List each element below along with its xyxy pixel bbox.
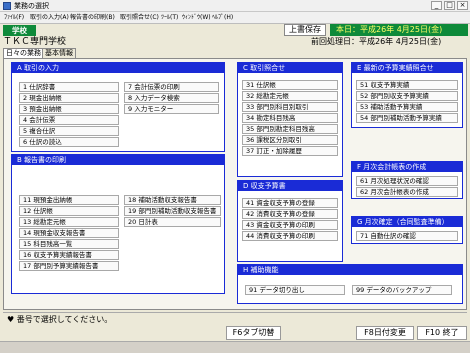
group-utilities: H 補助機能 91 データ切り出し 99 データのバックアップ	[237, 264, 463, 304]
menu-item-42[interactable]: 42 消費収支予算の登録	[242, 209, 338, 219]
group-check: C 取引照合せ 31 仕訳帳 32 総勘定元帳 33 部門別科目別取引 34 勘…	[237, 62, 343, 177]
menu-item-32[interactable]: 32 総勘定元帳	[242, 91, 338, 101]
app-icon	[3, 2, 11, 10]
group-budget-actual: E 最新の予算実績照合せ 51 収支予算実績 52 部門別収支予算実績 53 補…	[351, 62, 463, 128]
group-title: G 月次確定（合同監査準備）	[352, 217, 462, 227]
window-status-strip	[0, 341, 470, 353]
school-badge: 学校	[3, 25, 36, 36]
menu-item-36[interactable]: 36 課税区分別取引	[242, 135, 338, 145]
group-title: F 月次会計帳表の作成	[352, 162, 462, 172]
menu-item-33[interactable]: 33 部門別科目別取引	[242, 102, 338, 112]
menu-item-11[interactable]: 11 現預金出納帳	[19, 195, 119, 205]
main-panel: A 取引の入力 1 仕訳辞書 2 現金出納帳 3 預金出納帳 4 会計伝票 5 …	[3, 58, 467, 310]
school-name: ＴＫＣ専門学校	[3, 37, 67, 47]
group-title: H 補助機能	[238, 265, 462, 275]
menu-item-61[interactable]: 61 月次処理状況の確認	[356, 176, 458, 186]
menu-item-12[interactable]: 12 仕訳帳	[19, 206, 119, 216]
menu-item-16[interactable]: 16 収支予算実績報告書	[19, 250, 119, 260]
menu-item-1[interactable]: 1 仕訳辞書	[19, 82, 119, 92]
group-title: A 取引の入力	[12, 63, 224, 73]
f6-tab-switch-button[interactable]: F6タブ切替	[226, 326, 281, 340]
menu-item-20[interactable]: 20 日計表	[124, 217, 221, 227]
group-reports: B 報告書の印刷 11 現預金出納帳 12 仕訳帳 13 総勘定元帳 14 現預…	[11, 154, 225, 294]
menu-item-8[interactable]: 8 入力データ検索	[124, 93, 219, 103]
menu-item-51[interactable]: 51 収支予算実績	[356, 80, 458, 90]
minimize-button[interactable]: _	[431, 1, 442, 10]
menu-item-37[interactable]: 37 訂正・加除履歴	[242, 146, 338, 156]
menu-item-6[interactable]: 6 仕訳の読込	[19, 137, 119, 147]
menu-check[interactable]: 取引照合せ(C)	[120, 13, 159, 23]
today-date: 本日：平成26年 4月25日(金)	[330, 24, 468, 36]
menu-item-43[interactable]: 43 資金収支予算の印刷	[242, 220, 338, 230]
menu-item-71[interactable]: 71 自動仕訳の確認	[356, 231, 458, 241]
f8-date-change-button[interactable]: F8日付変更	[356, 326, 414, 340]
group-title: E 最新の予算実績照合せ	[352, 63, 462, 73]
menu-item-3[interactable]: 3 預金出納帳	[19, 104, 119, 114]
group-monthly-close: G 月次確定（合同監査準備） 71 自動仕訳の確認	[351, 216, 463, 244]
menu-window[interactable]: ｳｨﾝﾄﾞｳ(W)	[182, 13, 211, 23]
menu-item-52[interactable]: 52 部門別収支予算実績	[356, 91, 458, 101]
window-title: 業務の選択	[14, 2, 49, 10]
group-title: B 報告書の印刷	[12, 155, 224, 165]
group-budget: D 収支予算書 41 資金収支予算の登録 42 消費収支予算の登録 43 資金収…	[237, 180, 343, 262]
close-button[interactable]: ×	[457, 1, 468, 10]
menu-item-62[interactable]: 62 月次会計帳表の作成	[356, 187, 458, 197]
group-title: C 取引照合せ	[238, 63, 342, 73]
menu-item-53[interactable]: 53 補助活動予算実績	[356, 102, 458, 112]
menu-item-35[interactable]: 35 部門別勘定科目残高	[242, 124, 338, 134]
menu-item-99[interactable]: 99 データのバックアップ	[352, 285, 452, 295]
menu-item-14[interactable]: 14 現預金収支報告書	[19, 228, 119, 238]
menu-item-15[interactable]: 15 科目残高一覧	[19, 239, 119, 249]
menu-item-9[interactable]: 9 入力モニター	[124, 104, 219, 114]
menu-item-5[interactable]: 5 複合仕訳	[19, 126, 119, 136]
save-button[interactable]: 上書保存	[284, 24, 326, 36]
menu-item-41[interactable]: 41 資金収支予算の登録	[242, 198, 338, 208]
status-message: ♥ 番号で選択してください。	[3, 312, 467, 326]
menu-item-13[interactable]: 13 総勘定元帳	[19, 217, 119, 227]
menu-item-34[interactable]: 34 勘定科目残高	[242, 113, 338, 123]
menu-item-91[interactable]: 91 データ切り出し	[245, 285, 345, 295]
group-monthly-reports: F 月次会計帳表の作成 61 月次処理状況の確認 62 月次会計帳表の作成	[351, 161, 463, 199]
menu-report[interactable]: 報告書の印刷(B)	[70, 13, 115, 23]
group-entry: A 取引の入力 1 仕訳辞書 2 現金出納帳 3 預金出納帳 4 会計伝票 5 …	[11, 62, 225, 152]
menu-tools[interactable]: ﾂｰﾙ(T)	[161, 13, 178, 23]
menu-item-19[interactable]: 19 部門別補助活動収支報告書	[124, 206, 221, 216]
window-titlebar: 業務の選択 _ □ ×	[0, 0, 470, 12]
menu-item-2[interactable]: 2 現金出納帳	[19, 93, 119, 103]
menubar: ﾌｧｲﾙ(F) 取引の入力(A) 報告書の印刷(B) 取引照合せ(C) ﾂｰﾙ(…	[0, 12, 470, 24]
menu-entry[interactable]: 取引の入力(A)	[30, 13, 69, 23]
menu-item-31[interactable]: 31 仕訳帳	[242, 80, 338, 90]
menu-item-44[interactable]: 44 消費収支予算の印刷	[242, 231, 338, 241]
group-title: D 収支予算書	[238, 181, 342, 191]
menu-item-54[interactable]: 54 部門別補助活動予算実績	[356, 113, 458, 123]
menu-item-18[interactable]: 18 補助活動収支報告書	[124, 195, 221, 205]
tab-daily-tasks[interactable]: 日々の業務	[3, 48, 44, 58]
menu-item-4[interactable]: 4 会計伝票	[19, 115, 119, 125]
menu-help[interactable]: ﾍﾙﾌﾟ(H)	[212, 13, 233, 23]
f10-exit-button[interactable]: F10 終了	[417, 326, 467, 340]
tab-basic-info[interactable]: 基本情報	[42, 48, 76, 58]
previous-processing-date: 前回処理日：平成26年 4月25日(金)	[311, 37, 442, 46]
menu-file[interactable]: ﾌｧｲﾙ(F)	[4, 13, 24, 23]
menu-item-17[interactable]: 17 部門別予算実績報告書	[19, 261, 119, 271]
maximize-button[interactable]: □	[444, 1, 455, 10]
menu-item-7[interactable]: 7 会計伝票の印刷	[124, 82, 219, 92]
